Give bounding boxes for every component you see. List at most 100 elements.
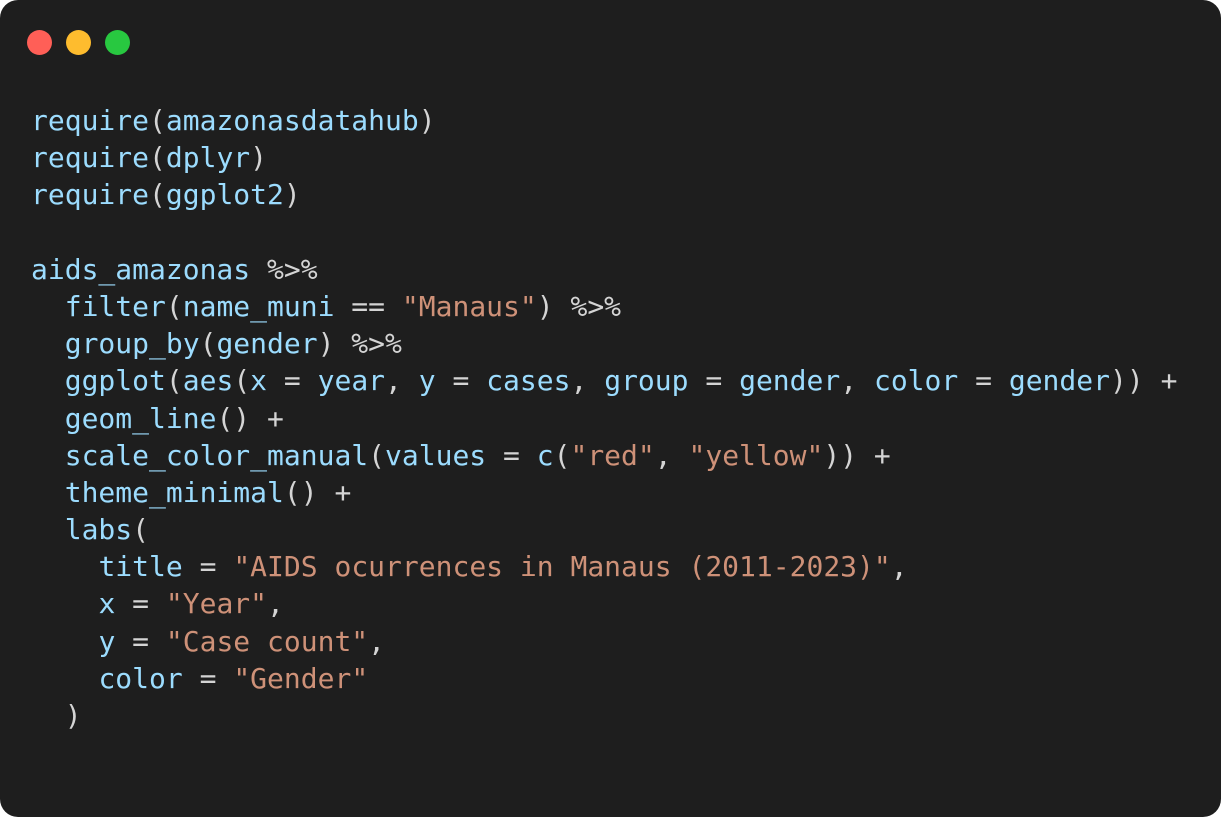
string-token: "Case count" (165, 624, 369, 658)
identifier-token: values (385, 438, 487, 472)
operator-token: = (267, 364, 318, 398)
operator-token: = (115, 587, 166, 621)
string-token: "yellow" (688, 438, 824, 472)
operator-token (31, 476, 65, 509)
operator-token (31, 364, 65, 397)
identifier-token: cases (486, 364, 571, 398)
code-line: theme_minimal() + (31, 474, 1177, 511)
operator-token: ( (165, 364, 183, 398)
operator-token: = (435, 364, 487, 398)
string-token: "Gender" (233, 661, 369, 695)
operator-token: ( (149, 141, 166, 175)
operator-token: ( (553, 438, 571, 472)
operator-token: = (115, 624, 166, 658)
code-line: require(amazonasdatahub) (31, 102, 1177, 139)
operator-token: = (486, 438, 537, 472)
identifier-token: gender (739, 364, 841, 398)
operator-token: ) %>% (536, 289, 622, 323)
operator-token: ( (149, 104, 166, 137)
operator-token: , (654, 438, 689, 472)
operator-token: , (840, 364, 874, 398)
identifier-token: dplyr (165, 141, 251, 175)
code-line: ggplot(aes(x = year, y = cases, group = … (31, 362, 1178, 399)
identifier-token: x (98, 587, 116, 621)
operator-token (31, 513, 65, 546)
code-line: color = "Gender" (31, 660, 1177, 697)
operator-token: () + (216, 401, 284, 435)
maximize-button[interactable] (105, 30, 130, 55)
operator-token: = (182, 550, 234, 584)
operator-token: ) %>% (317, 327, 402, 361)
string-token: "red" (570, 438, 655, 472)
operator-token: ) (250, 141, 268, 175)
identifier-token: ggplot (64, 364, 166, 398)
operator-token: ) (31, 699, 82, 732)
operator-token: , (385, 364, 419, 398)
identifier-token: gender (216, 327, 318, 361)
identifier-token: geom_line (64, 401, 217, 435)
operator-token (31, 550, 98, 583)
operator-token: , (267, 587, 284, 621)
identifier-token: gender (1008, 364, 1110, 398)
operator-token (31, 625, 98, 658)
code-line: require(ggplot2) (31, 176, 1177, 213)
operator-token (31, 327, 65, 360)
close-button[interactable] (27, 30, 52, 55)
identifier-token: theme_minimal (64, 475, 284, 509)
code-line: geom_line() + (31, 400, 1177, 437)
identifier-token: title (98, 550, 183, 584)
operator-token: = (182, 661, 234, 695)
identifier-token: group_by (64, 327, 200, 361)
identifier-token: color (98, 661, 183, 695)
identifier-token: scale_color_manual (64, 438, 369, 472)
code-line: scale_color_manual(values = c("red", "ye… (31, 437, 1177, 474)
identifier-token: name_muni (182, 289, 335, 323)
identifier-token: group (604, 364, 689, 398)
operator-token: = (688, 364, 740, 398)
identifier-token: filter (64, 289, 166, 323)
identifier-token: require (31, 104, 150, 137)
identifier-token: year (317, 364, 386, 398)
code-line: group_by(gender) %>% (31, 325, 1177, 362)
identifier-token: color (873, 364, 959, 398)
identifier-token: require (31, 178, 150, 212)
string-token: "Manaus" (401, 289, 537, 323)
minimize-button[interactable] (66, 30, 91, 55)
code-line: filter(name_muni == "Manaus") %>% (31, 288, 1177, 325)
code-line: aids_amazonas %>% (31, 251, 1177, 288)
identifier-token: y (418, 364, 436, 398)
operator-token: ) (418, 104, 436, 137)
operator-token (31, 290, 65, 323)
operator-token: , (570, 364, 605, 398)
code-window: require(amazonasdatahub) require(dplyr) re… (0, 0, 1221, 817)
operator-token: == (334, 289, 402, 323)
operator-token: , (368, 624, 386, 658)
identifier-token: y (98, 624, 116, 658)
identifier-token: require (31, 141, 150, 175)
operator-token (31, 587, 98, 620)
code-line: y = "Case count", (31, 623, 1177, 660)
operator-token: %>% (250, 252, 318, 286)
operator-token (31, 439, 65, 472)
code-line: ) (31, 697, 1177, 734)
operator-token (31, 402, 65, 435)
window-controls (27, 30, 130, 56)
operator-token: ) (283, 178, 301, 212)
code-line: title = "AIDS ocurrences in Manaus (2011… (31, 548, 1177, 585)
operator-token: ( (199, 327, 217, 361)
identifier-token: aes (182, 364, 234, 398)
operator-token: )) + (1110, 364, 1178, 398)
code-line: require(dplyr) (31, 139, 1177, 176)
operator-token: () + (283, 475, 352, 509)
operator-token: ( (233, 364, 251, 398)
identifier-token: aids_amazonas (31, 252, 251, 286)
operator-token: )) + (823, 438, 891, 472)
operator-token: = (958, 364, 1009, 398)
operator-token: , (890, 550, 908, 584)
code-line: labs( (31, 511, 1177, 548)
identifier-token: amazonasdatahub (165, 104, 419, 137)
operator-token: ( (165, 289, 183, 323)
operator-token (31, 662, 98, 695)
operator-token: ( (149, 178, 166, 212)
